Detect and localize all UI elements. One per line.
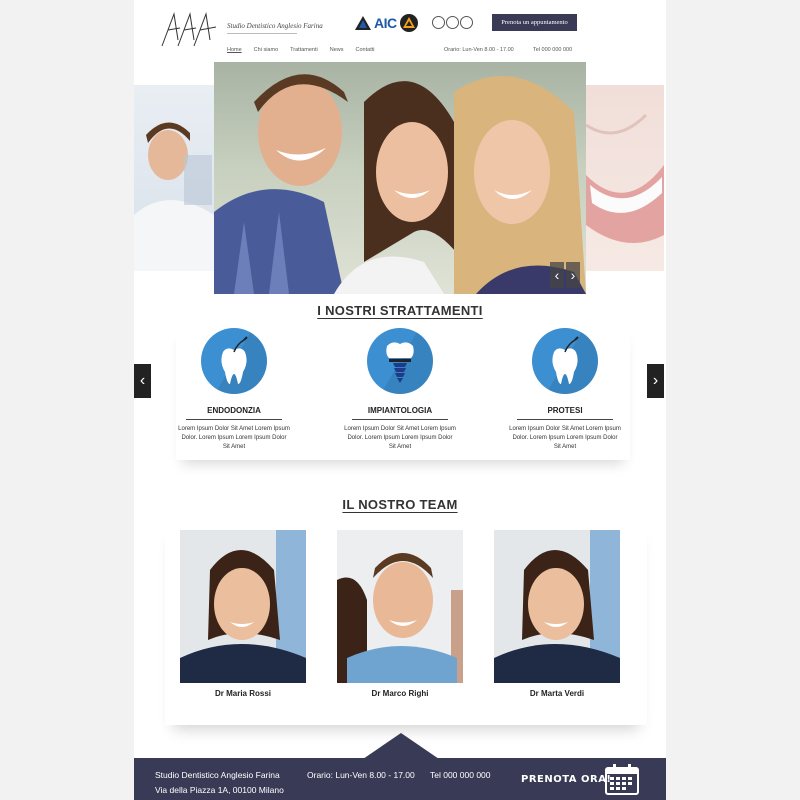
treatment-card[interactable]: ENDODONZIA Lorem Ipsum Dolor Sit Amet Lo… xyxy=(174,328,294,452)
treatment-card[interactable]: IMPIANTOLOGIA Lorem Ipsum Dolor Sit Amet… xyxy=(340,328,460,452)
team-member-name: Dr Maria Rossi xyxy=(214,689,272,698)
header-hours: Orario: Lun-Ven 8.00 - 17.00 xyxy=(444,47,514,53)
treatment-name: ENDODONZIA xyxy=(207,406,261,415)
hero-photo xyxy=(214,74,586,294)
tooth-icon xyxy=(532,328,598,394)
team-member-card[interactable]: Dr Marta Verdi xyxy=(494,530,620,698)
social-circle-icon[interactable] xyxy=(432,16,445,29)
nav-item-home[interactable]: Home xyxy=(227,47,242,53)
social-circle-icon[interactable] xyxy=(460,16,473,29)
hero-side-image-left[interactable] xyxy=(134,85,214,271)
footer-notch xyxy=(363,733,439,759)
logo-icon[interactable] xyxy=(160,10,220,50)
smile-closeup-photo xyxy=(586,113,664,243)
divider xyxy=(517,419,613,420)
footer-studio-name: Studio Dentistico Anglesio Farina xyxy=(155,770,280,780)
footer-hours: Orario: Lun-Ven 8.00 - 17.00 xyxy=(307,770,415,780)
nav-item-contatti[interactable]: Contatti xyxy=(356,47,375,53)
social-links xyxy=(432,16,473,29)
header-phone: Tel 000 000 000 xyxy=(533,47,573,53)
chevron-right-icon[interactable]: › xyxy=(566,262,580,288)
team-member-name: Dr Marco Righi xyxy=(371,689,429,698)
team-title: IL NOSTRO TEAM xyxy=(342,497,458,512)
treatment-name: PROTESI xyxy=(547,406,583,415)
nav-item-news[interactable]: News xyxy=(330,47,344,53)
book-appointment-button[interactable]: Prenota un appuntamento xyxy=(492,14,577,31)
book-now-button[interactable]: PRENOTA ORA! xyxy=(521,774,612,785)
tooth-implant-icon xyxy=(367,328,433,394)
team-member-photo xyxy=(180,530,306,683)
nav-item-trattamenti[interactable]: Trattamenti xyxy=(290,47,318,53)
tooth-icon xyxy=(201,328,267,394)
team-member-photo xyxy=(337,530,463,683)
smiling-man-photo xyxy=(134,122,214,271)
treatments-title: I NOSTRI STRATTAMENTI xyxy=(317,303,483,318)
team-member-photo xyxy=(494,530,620,683)
team-member-card[interactable]: Dr Maria Rossi xyxy=(180,530,306,698)
brand-name: Studio Dentistico Anglesio Farina xyxy=(227,22,323,30)
partner-logo: AIC xyxy=(355,14,418,32)
hero-slider[interactable]: ‹ › xyxy=(214,62,586,294)
brand-underline xyxy=(227,33,297,34)
treatment-name: IMPIANTOLOGIA xyxy=(367,406,433,415)
treatment-card[interactable]: PROTESI Lorem Ipsum Dolor Sit Amet Lorem… xyxy=(505,328,625,452)
footer-address: Via della Piazza 1A, 00100 Milano xyxy=(155,785,284,795)
treatment-description: Lorem Ipsum Dolor Sit Amet Lorem Ipsum D… xyxy=(178,426,290,450)
aic-logo-icon xyxy=(355,16,371,30)
divider xyxy=(352,419,448,420)
chevron-left-icon[interactable]: ‹ xyxy=(134,364,151,398)
hero-arrows: ‹ › xyxy=(550,262,580,288)
partner-mark-icon xyxy=(399,14,418,32)
main-nav: Home Chi siamo Trattamenti News Contatti xyxy=(227,47,374,53)
partner-logo-text: AIC xyxy=(374,15,397,31)
hero-side-image-right[interactable] xyxy=(586,85,664,271)
chevron-right-icon[interactable]: › xyxy=(647,364,664,398)
chevron-left-icon[interactable]: ‹ xyxy=(550,262,564,288)
footer-phone: Tel 000 000 000 xyxy=(430,770,491,780)
treatment-description: Lorem Ipsum Dolor Sit Amet Lorem Ipsum D… xyxy=(344,426,456,450)
nav-item-chi-siamo[interactable]: Chi siamo xyxy=(254,47,278,53)
team-member-name: Dr Marta Verdi xyxy=(529,689,585,698)
calendar-icon[interactable] xyxy=(604,762,640,796)
social-circle-icon[interactable] xyxy=(446,16,459,29)
divider xyxy=(186,419,282,420)
team-member-card[interactable]: Dr Marco Righi xyxy=(337,530,463,698)
treatment-description: Lorem Ipsum Dolor Sit Amet Lorem Ipsum D… xyxy=(509,426,621,450)
